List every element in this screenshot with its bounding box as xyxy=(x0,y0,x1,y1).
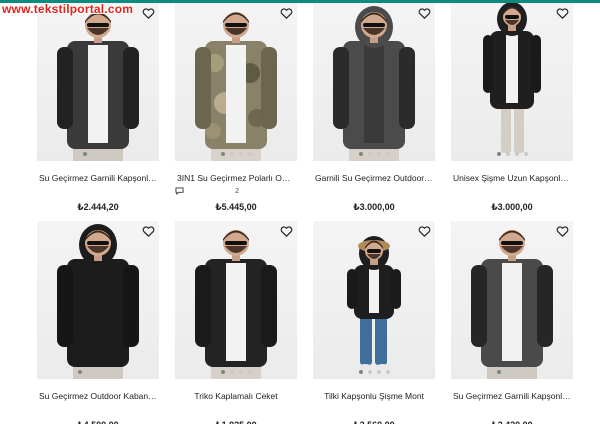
image-carousel-dots[interactable] xyxy=(37,152,159,156)
product-name[interactable]: Su Geçirmez Garnili Kapşonlu Softs... xyxy=(451,391,573,401)
heart-icon[interactable] xyxy=(279,6,293,20)
carousel-dot[interactable] xyxy=(220,370,225,374)
product-price: ₺5.445,00 xyxy=(215,202,257,212)
image-carousel-dots[interactable] xyxy=(313,370,435,374)
product-image[interactable] xyxy=(313,221,435,379)
carousel-dot[interactable] xyxy=(82,152,87,156)
carousel-dot[interactable] xyxy=(91,152,96,156)
model-photo xyxy=(57,12,139,161)
product-image[interactable] xyxy=(451,221,573,379)
product-image[interactable] xyxy=(313,3,435,161)
carousel-dot[interactable] xyxy=(514,152,519,156)
model-photo xyxy=(483,3,541,153)
image-carousel-dots[interactable] xyxy=(313,152,435,156)
model-photo xyxy=(195,230,277,379)
model-photo xyxy=(471,230,553,379)
product-card-1[interactable]: Su Geçirmez Garnili Kapşonlu Softs... ₺2… xyxy=(37,3,159,213)
carousel-dot[interactable] xyxy=(367,152,372,156)
carousel-dot[interactable] xyxy=(358,152,363,156)
carousel-dot[interactable] xyxy=(376,370,381,374)
product-price: ₺4.500,00 xyxy=(37,420,159,424)
watermark: www.tekstilportal.com xyxy=(2,2,134,16)
carousel-dot[interactable] xyxy=(105,370,109,374)
heart-icon[interactable] xyxy=(417,224,431,238)
product-price: ₺3.000,00 xyxy=(491,202,533,212)
carousel-dot[interactable] xyxy=(514,370,519,374)
product-card-3[interactable]: Garnili Su Geçirmez Outdoor Mont ₺3.000,… xyxy=(313,3,435,213)
carousel-dot[interactable] xyxy=(385,152,390,156)
image-carousel-dots[interactable] xyxy=(451,152,573,156)
product-name[interactable]: Su Geçirmez Outdoor Kaban Mont xyxy=(37,391,159,401)
product-price: ₺2.420,00 xyxy=(451,420,573,424)
carousel-dot[interactable] xyxy=(523,152,528,156)
carousel-dot[interactable] xyxy=(78,370,82,374)
product-image[interactable] xyxy=(451,3,573,161)
carousel-dot[interactable] xyxy=(100,152,105,156)
carousel-dot[interactable] xyxy=(385,370,390,374)
carousel-dot[interactable] xyxy=(358,370,363,374)
heart-icon[interactable] xyxy=(417,6,431,20)
model-photo xyxy=(195,12,277,161)
carousel-dot[interactable] xyxy=(229,152,234,156)
product-card-7[interactable]: Tilki Kapşonlu Şişme Mont ₺2.560,00 xyxy=(313,221,435,424)
carousel-dot[interactable] xyxy=(505,152,510,156)
product-card-4[interactable]: Unisex Şişme Uzun Kapşonlu Mont ₺3.000,0… xyxy=(451,3,573,213)
comment-icon xyxy=(175,186,185,196)
product-image[interactable] xyxy=(175,221,297,379)
model-photo xyxy=(333,6,415,161)
review-count: 2 xyxy=(235,187,239,195)
carousel-dot[interactable] xyxy=(367,370,372,374)
carousel-dot[interactable] xyxy=(96,370,100,374)
product-name[interactable]: Garnili Su Geçirmez Outdoor Mont xyxy=(313,173,435,183)
carousel-dot[interactable] xyxy=(229,370,234,374)
product-grid: Su Geçirmez Garnili Kapşonlu Softs... ₺2… xyxy=(37,3,573,424)
carousel-dot[interactable] xyxy=(109,152,114,156)
product-price: ₺2.560,00 xyxy=(313,420,435,424)
heart-icon[interactable] xyxy=(141,224,155,238)
product-image[interactable] xyxy=(37,221,159,379)
product-card-8[interactable]: Su Geçirmez Garnili Kapşonlu Softs... ₺2… xyxy=(451,221,573,424)
carousel-dot[interactable] xyxy=(523,370,528,374)
carousel-dot[interactable] xyxy=(238,370,243,374)
heart-icon[interactable] xyxy=(279,224,293,238)
image-carousel-dots[interactable] xyxy=(37,370,159,374)
carousel-dot[interactable] xyxy=(505,370,510,374)
carousel-dot[interactable] xyxy=(496,152,501,156)
heart-icon[interactable] xyxy=(555,6,569,20)
product-card-5[interactable]: Su Geçirmez Outdoor Kaban Mont ₺4.500,00 xyxy=(37,221,159,424)
product-name[interactable]: Tilki Kapşonlu Şişme Mont xyxy=(313,391,435,401)
product-card-6[interactable]: Triko Kaplamalı Ceket ₺1.925,00 xyxy=(175,221,297,424)
carousel-dot[interactable] xyxy=(247,370,252,374)
product-name[interactable]: Su Geçirmez Garnili Kapşonlu Softs... xyxy=(37,173,159,183)
image-carousel-dots[interactable] xyxy=(175,152,297,156)
carousel-dot[interactable] xyxy=(247,152,252,156)
model-photo xyxy=(347,236,401,370)
carousel-dot[interactable] xyxy=(376,152,381,156)
carousel-dot[interactable] xyxy=(114,370,118,374)
carousel-dot[interactable] xyxy=(220,152,225,156)
review-row: 2 xyxy=(175,186,297,196)
carousel-dot[interactable] xyxy=(496,370,501,374)
product-image[interactable] xyxy=(37,3,159,161)
product-price: ₺3.000,00 xyxy=(353,202,395,212)
heart-icon[interactable] xyxy=(141,6,155,20)
heart-icon[interactable] xyxy=(555,224,569,238)
product-name[interactable]: Unisex Şişme Uzun Kapşonlu Mont xyxy=(451,173,573,183)
product-price: ₺1.925,00 xyxy=(175,420,297,424)
product-image[interactable] xyxy=(175,3,297,161)
product-price: ₺2.444,20 xyxy=(77,202,119,212)
model-photo xyxy=(57,224,139,379)
carousel-dot[interactable] xyxy=(238,152,243,156)
product-name[interactable]: Triko Kaplamalı Ceket xyxy=(175,391,297,401)
product-name[interactable]: 3IN1 Su Geçirmez Polarlı Outdoor M... xyxy=(175,173,297,183)
image-carousel-dots[interactable] xyxy=(175,370,297,374)
product-card-2[interactable]: 3IN1 Su Geçirmez Polarlı Outdoor M... 2 … xyxy=(175,3,297,213)
carousel-dot[interactable] xyxy=(87,370,91,374)
image-carousel-dots[interactable] xyxy=(451,370,573,374)
